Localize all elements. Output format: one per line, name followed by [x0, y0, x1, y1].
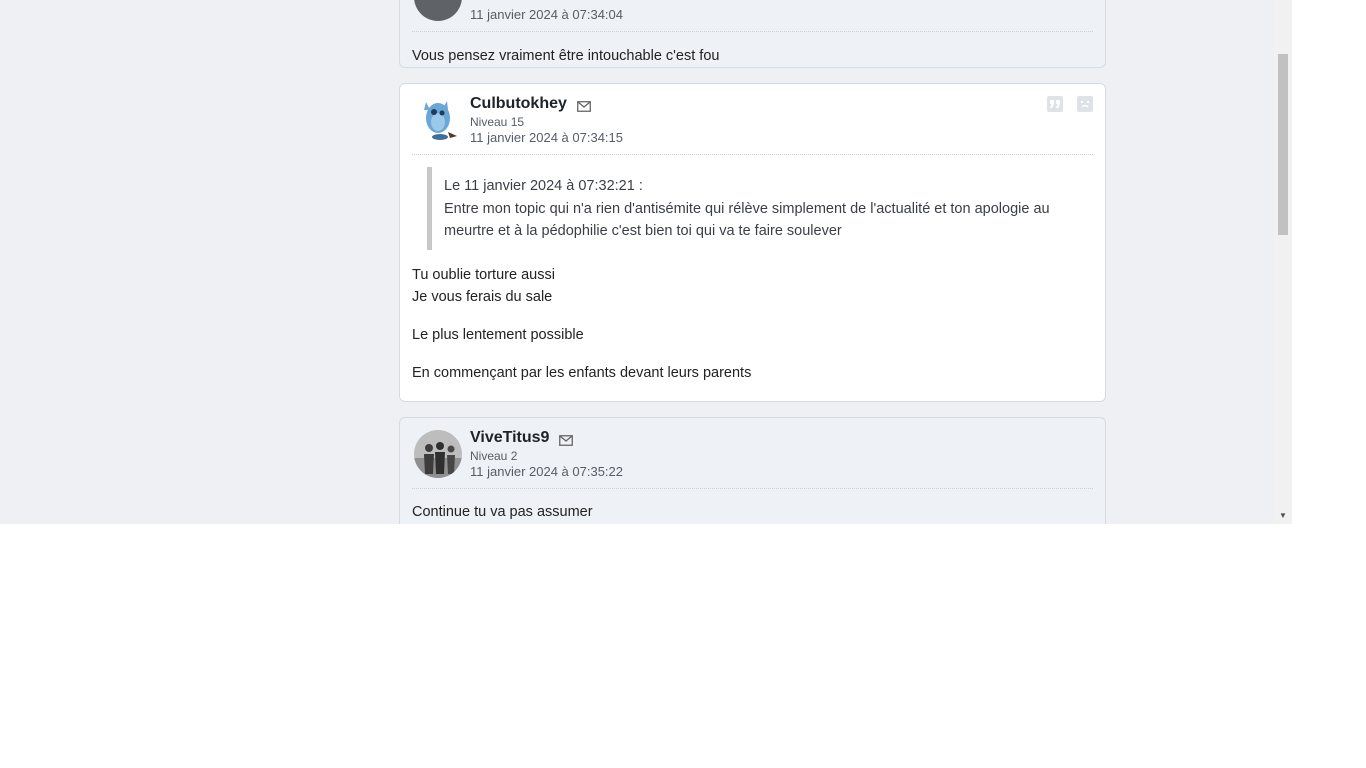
quote-icon[interactable]: [1047, 96, 1063, 112]
post-date[interactable]: 11 janvier 2024 à 07:34:15: [470, 130, 623, 145]
post-text: Le plus lentement possible: [412, 327, 584, 343]
forum-post: 11 janvier 2024 à 07:34:04 Vous pensez v…: [399, 0, 1106, 68]
post-text: En commençant par les enfants devant leu…: [412, 365, 752, 381]
mascot-avatar-icon: [424, 101, 457, 140]
mail-icon[interactable]: [559, 433, 574, 446]
post-header: 11 janvier 2024 à 07:34:04: [412, 0, 1093, 32]
post-author-level: Niveau 2: [470, 449, 518, 463]
forum-viewport: 11 janvier 2024 à 07:34:04 Vous pensez v…: [0, 0, 1292, 524]
post-author[interactable]: Culbutokhey: [470, 95, 567, 113]
post-body: Vous pensez vraiment être intouchable c'…: [400, 32, 1105, 81]
post-header: Culbutokhey Niveau 15 11 janvier 2024 à …: [412, 84, 1093, 155]
avatar[interactable]: [414, 0, 462, 21]
quote-text: Entre mon topic qui n'a rien d'antisémit…: [444, 201, 1050, 239]
scroll-down-arrow-icon[interactable]: ▼: [1274, 506, 1292, 524]
vertical-scrollbar[interactable]: ▼: [1274, 0, 1292, 524]
group-photo-avatar-icon: [414, 430, 462, 478]
post-header: ViveTitus9 Niveau 2 11 janvier 2024 à 07…: [412, 418, 1093, 489]
avatar[interactable]: [414, 96, 462, 144]
avatar[interactable]: [414, 430, 462, 478]
post-text: Vous pensez vraiment être intouchable c'…: [412, 48, 720, 64]
post-text: Tu oublie torture aussi: [412, 267, 555, 283]
post-body: Continue tu va pas assumer: [400, 489, 1105, 524]
post-date[interactable]: 11 janvier 2024 à 07:35:22: [470, 464, 623, 479]
quote-header: Le 11 janvier 2024 à 07:32:21 :: [444, 178, 643, 194]
forum-post: ViveTitus9 Niveau 2 11 janvier 2024 à 07…: [399, 417, 1106, 524]
post-text: Continue tu va pas assumer: [412, 504, 593, 520]
post-date: 11 janvier 2024 à 07:34:04: [470, 7, 623, 22]
report-icon[interactable]: [1077, 96, 1093, 112]
post-body: Le 11 janvier 2024 à 07:32:21 : Entre mo…: [400, 155, 1105, 398]
post-actions: [1047, 96, 1093, 112]
post-text: Je vous ferais du sale: [412, 289, 553, 305]
forum-post: Culbutokhey Niveau 15 11 janvier 2024 à …: [399, 83, 1106, 402]
mail-icon[interactable]: [576, 99, 591, 112]
post-quote: Le 11 janvier 2024 à 07:32:21 : Entre mo…: [427, 167, 1093, 250]
post-author[interactable]: ViveTitus9: [470, 429, 549, 447]
post-author-level: Niveau 15: [470, 115, 525, 129]
scrollbar-thumb[interactable]: [1278, 54, 1288, 235]
